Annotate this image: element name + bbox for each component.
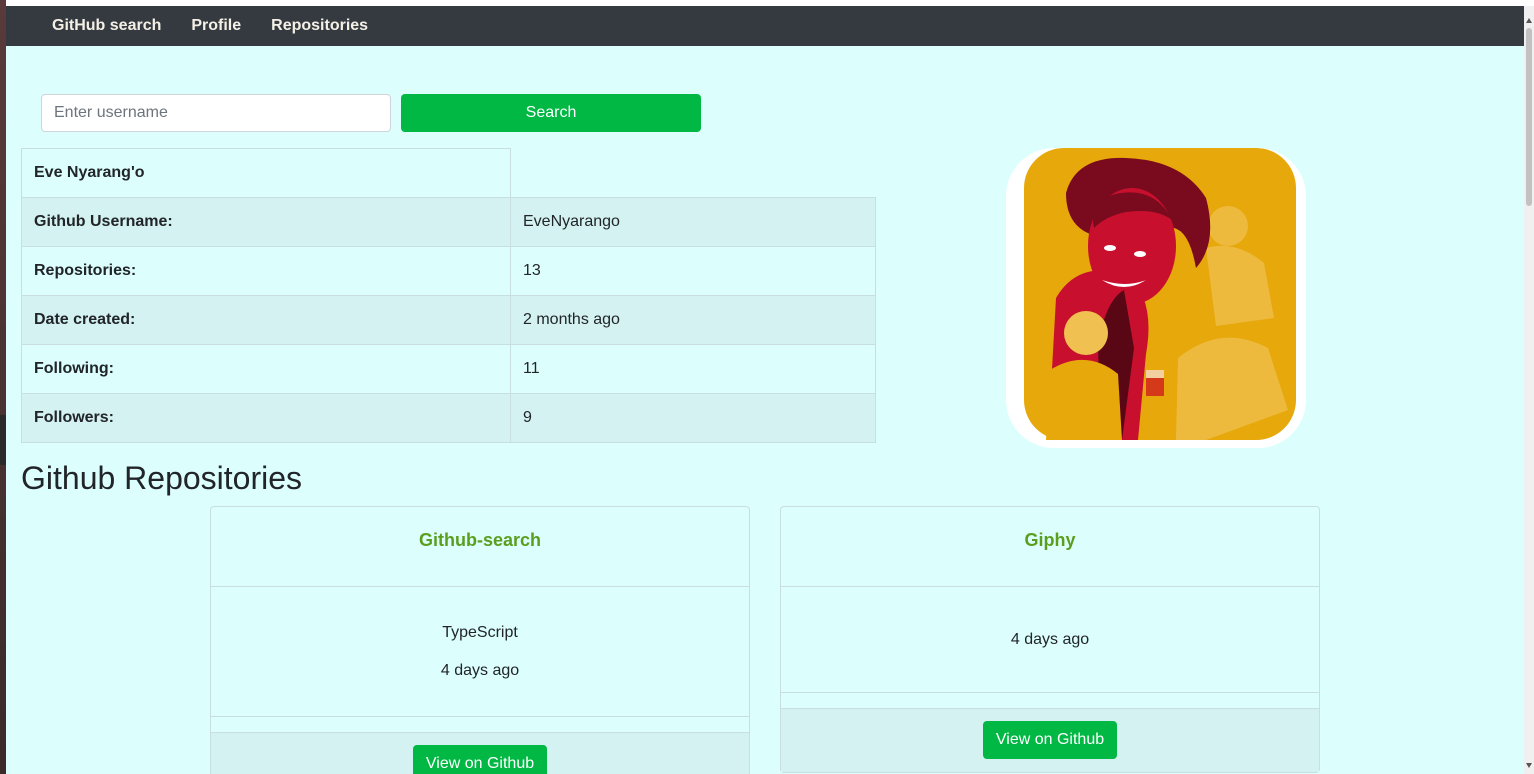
table-row: Followers: 9 bbox=[21, 393, 876, 443]
repo-card-header: Github-search bbox=[211, 507, 749, 587]
repo-card-divider bbox=[211, 716, 749, 732]
repo-card-body: TypeScript 4 days ago bbox=[211, 587, 749, 716]
scroll-up-arrow-icon[interactable] bbox=[1526, 18, 1532, 23]
repo-card-footer: View on Github bbox=[781, 708, 1319, 772]
search-button[interactable]: Search bbox=[401, 94, 701, 132]
table-row: Date created: 2 months ago bbox=[21, 295, 876, 345]
vertical-scrollbar[interactable] bbox=[1524, 6, 1534, 774]
profile-name-empty-cell bbox=[510, 148, 876, 198]
avatar-illustration bbox=[1024, 148, 1296, 440]
username-input[interactable] bbox=[41, 94, 391, 132]
view-on-github-button[interactable]: View on Github bbox=[412, 745, 548, 774]
scrollbar-thumb[interactable] bbox=[1526, 28, 1532, 206]
profile-name: Eve Nyarang'o bbox=[21, 148, 511, 198]
following-value: 11 bbox=[510, 344, 876, 394]
repo-card: Github-search TypeScript 4 days ago View… bbox=[210, 506, 750, 774]
repositories-label: Repositories: bbox=[21, 246, 511, 296]
repo-card: Giphy 4 days ago View on Github bbox=[780, 506, 1320, 773]
view-on-github-button[interactable]: View on Github bbox=[982, 721, 1118, 759]
following-label: Following: bbox=[21, 344, 511, 394]
repo-updated: 4 days ago bbox=[1010, 630, 1090, 648]
nav-profile-link[interactable]: Profile bbox=[191, 17, 241, 35]
table-row: Repositories: 13 bbox=[21, 246, 876, 296]
profile-table: Eve Nyarang'o Github Username: EveNyaran… bbox=[21, 148, 876, 443]
username-label: Github Username: bbox=[21, 197, 511, 247]
date-created-label: Date created: bbox=[21, 295, 511, 345]
top-navbar: GitHub search Profile Repositories bbox=[6, 6, 1524, 46]
scroll-down-arrow-icon[interactable] bbox=[1526, 763, 1532, 768]
repo-updated: 4 days ago bbox=[440, 661, 520, 679]
table-row: Github Username: EveNyarango bbox=[21, 197, 876, 247]
followers-label: Followers: bbox=[21, 393, 511, 443]
repositories-heading: Github Repositories bbox=[21, 460, 303, 496]
repo-language: TypeScript bbox=[442, 623, 518, 641]
date-created-value: 2 months ago bbox=[510, 295, 876, 345]
profile-name-row: Eve Nyarang'o bbox=[21, 148, 876, 198]
repo-name: Giphy bbox=[1024, 530, 1076, 550]
page-viewport: GitHub search Profile Repositories Searc… bbox=[6, 6, 1524, 774]
nav-repositories-link[interactable]: Repositories bbox=[271, 17, 368, 35]
repo-card-divider bbox=[781, 692, 1319, 708]
repo-name: Github-search bbox=[418, 530, 542, 550]
nav-brand-link[interactable]: GitHub search bbox=[52, 17, 161, 35]
repositories-value: 13 bbox=[510, 246, 876, 296]
repo-card-footer: View on Github bbox=[211, 732, 749, 774]
username-value: EveNyarango bbox=[510, 197, 876, 247]
table-row: Following: 11 bbox=[21, 344, 876, 394]
search-form: Search bbox=[41, 94, 701, 132]
followers-value: 9 bbox=[510, 393, 876, 443]
repo-card-body: 4 days ago bbox=[781, 587, 1319, 692]
repo-card-header: Giphy bbox=[781, 507, 1319, 587]
profile-avatar bbox=[1006, 148, 1306, 448]
